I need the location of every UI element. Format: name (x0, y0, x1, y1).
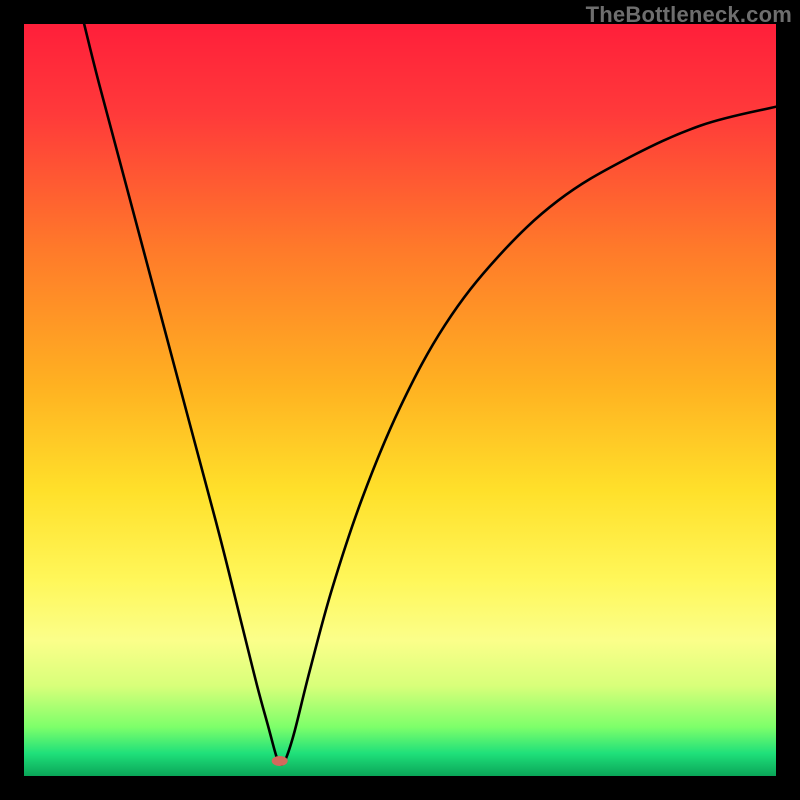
optimum-marker (272, 756, 288, 766)
chart-background (24, 24, 776, 776)
chart-frame (24, 24, 776, 776)
watermark-label: TheBottleneck.com (586, 2, 792, 28)
chart-svg (24, 24, 776, 776)
